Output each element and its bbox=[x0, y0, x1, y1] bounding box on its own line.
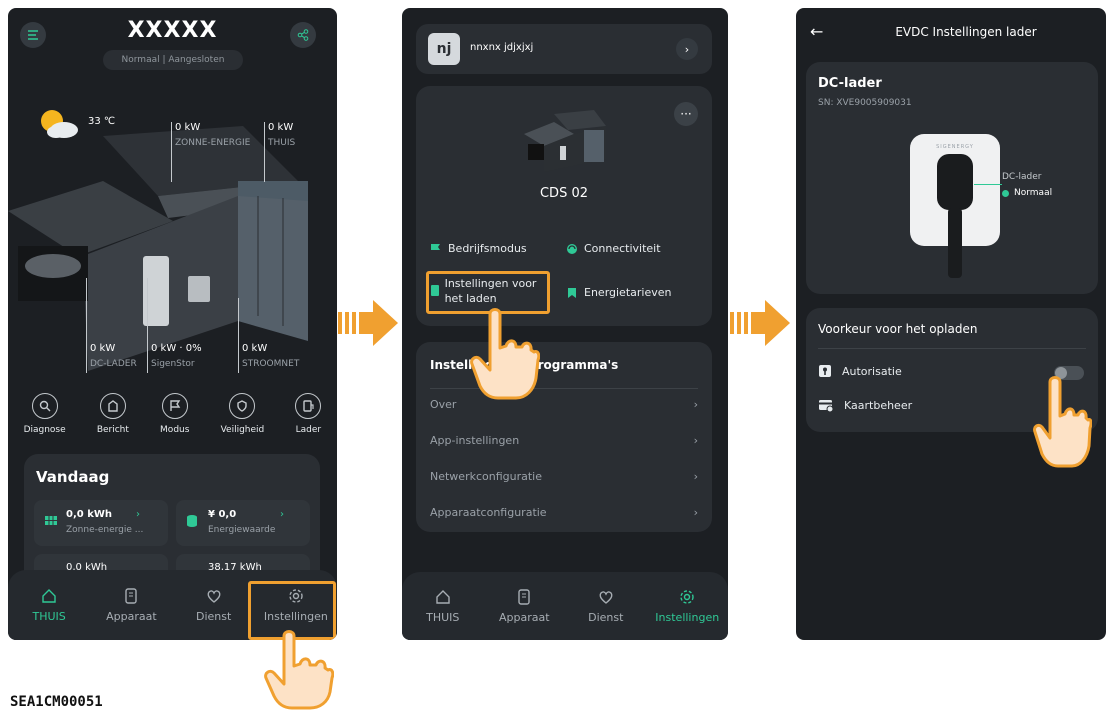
solar-label: ZONNE-ENERGIE bbox=[175, 138, 251, 148]
arrow-left-icon: ← bbox=[810, 22, 824, 41]
coins-icon bbox=[187, 515, 197, 527]
nav-service[interactable]: Dienst bbox=[173, 570, 255, 640]
back-button[interactable]: ← bbox=[810, 22, 823, 41]
connectivity-icon bbox=[567, 243, 577, 254]
row-card-management[interactable]: Kaartbeheer bbox=[818, 398, 912, 412]
diagnose-icon bbox=[39, 400, 51, 412]
bookmark-icon bbox=[568, 287, 576, 298]
grid-value: 0 kW bbox=[242, 343, 268, 354]
gear-icon bbox=[680, 589, 694, 604]
device-house-illustration bbox=[524, 110, 606, 172]
message-button[interactable]: Bericht bbox=[97, 393, 129, 435]
chevron-right-icon: › bbox=[693, 506, 698, 519]
tile-energy-value[interactable]: ¥ 0,0 › Energiewaarde bbox=[176, 500, 310, 546]
house-illustration bbox=[8, 126, 308, 371]
page-title: EVDC Instellingen lader bbox=[895, 25, 1037, 39]
tap-hand-icon bbox=[470, 308, 540, 400]
today-title: Vandaag bbox=[36, 468, 110, 486]
device-name: CDS 02 bbox=[539, 186, 588, 201]
flag-icon bbox=[431, 243, 440, 254]
share-icon bbox=[297, 29, 309, 41]
charger-card: DC-lader SN: XVE9005909031 SIGENERGY DC-… bbox=[806, 62, 1098, 294]
nav-settings[interactable]: Instellingen bbox=[647, 572, 729, 640]
charger-icon bbox=[303, 400, 314, 412]
service-icon bbox=[207, 589, 221, 603]
card-management-icon bbox=[819, 400, 834, 412]
charger-serial: SN: XVE9005909031 bbox=[818, 98, 912, 108]
list-item-network-config[interactable]: Netwerkconfiguratie › bbox=[430, 470, 698, 483]
quick-actions: Diagnose Bericht Modus Veiligheid Lader bbox=[8, 393, 337, 435]
nav-device[interactable]: Apparaat bbox=[90, 570, 172, 640]
home-screen: XXXXX Normaal | Aangesloten 33 ℃ 0 kW ZO… bbox=[8, 8, 337, 640]
charger-title: DC-lader bbox=[818, 76, 882, 91]
row-authorization: Autorisatie bbox=[818, 364, 902, 378]
list-item-device-config[interactable]: Apparaatconfiguratie › bbox=[430, 506, 698, 519]
site-title: XXXXX bbox=[127, 18, 218, 43]
function-connectivity[interactable]: Connectiviteit bbox=[566, 242, 661, 255]
message-icon bbox=[108, 400, 118, 412]
dc-charger-value: 0 kW bbox=[90, 343, 116, 354]
key-icon bbox=[819, 365, 831, 377]
charger-settings-screen: ← EVDC Instellingen lader DC-lader SN: X… bbox=[796, 8, 1106, 640]
function-energy-tariffs[interactable]: Energietarieven bbox=[566, 286, 671, 299]
chevron-right-icon: › bbox=[693, 398, 698, 411]
home-label: THUIS bbox=[268, 138, 296, 148]
home-icon bbox=[436, 589, 450, 604]
function-operating-mode[interactable]: Bedrijfsmodus bbox=[430, 242, 527, 255]
service-icon bbox=[599, 590, 613, 604]
solar-panel-icon bbox=[45, 516, 57, 525]
status-pill: Normaal | Aangesloten bbox=[103, 50, 243, 70]
tap-hand-icon bbox=[264, 630, 334, 710]
solar-value: 0 kW bbox=[175, 122, 201, 133]
tile-solar[interactable]: 0,0 kWh › Zonne-energie ... bbox=[34, 500, 168, 546]
chevron-right-icon: › bbox=[693, 470, 698, 483]
more-icon: ··· bbox=[680, 107, 692, 121]
nav-home[interactable]: THUIS bbox=[402, 572, 484, 640]
share-button[interactable] bbox=[290, 22, 316, 48]
preference-title: Voorkeur voor het opladen bbox=[818, 322, 978, 336]
charger-button[interactable]: Lader bbox=[295, 393, 322, 435]
home-icon bbox=[42, 588, 56, 603]
nav-service[interactable]: Dienst bbox=[565, 572, 647, 640]
device-icon bbox=[125, 587, 138, 604]
diagnose-button[interactable]: Diagnose bbox=[24, 393, 66, 435]
device-screen: nj nnxnx jdjxjxj › ··· CDS 02 Bedrijfsmo… bbox=[402, 8, 728, 640]
nav-home[interactable]: THUIS bbox=[8, 570, 90, 640]
program-card: Instellingen & programma's Over› App-ins… bbox=[416, 342, 712, 532]
shield-icon bbox=[237, 400, 248, 412]
grid-label: STROOMNET bbox=[242, 359, 300, 369]
dc-charger-label: DC-LADER bbox=[90, 359, 137, 369]
more-button[interactable]: ··· bbox=[674, 102, 698, 126]
figure-code: SEA1CM00051 bbox=[10, 694, 103, 710]
home-value: 0 kW bbox=[268, 122, 294, 133]
charger-brand: SIGENERGY bbox=[936, 144, 974, 150]
list-item-app-settings[interactable]: App-instellingen › bbox=[430, 434, 698, 447]
nav-device[interactable]: Apparaat bbox=[484, 572, 566, 640]
bottom-nav: THUIS Apparaat Dienst Instellingen bbox=[402, 572, 728, 640]
status-dot-icon bbox=[1002, 189, 1009, 197]
tap-hand-icon bbox=[1033, 376, 1092, 468]
chevron-right-icon: › bbox=[684, 42, 690, 56]
chevron-right-icon: › bbox=[693, 434, 698, 447]
device-icon bbox=[518, 588, 530, 605]
user-name: nnxnx jdjxjxj bbox=[470, 42, 534, 53]
user-card[interactable]: nj nnxnx jdjxjxj › bbox=[416, 24, 712, 74]
user-chevron-button[interactable]: › bbox=[676, 38, 698, 60]
next-step-arrow-icon bbox=[730, 300, 790, 346]
device-status: Normaal bbox=[1002, 188, 1052, 198]
sigenstor-label: SigenStor bbox=[151, 359, 195, 369]
safety-button[interactable]: Veiligheid bbox=[221, 393, 264, 435]
next-step-arrow-icon bbox=[338, 300, 398, 346]
avatar: nj bbox=[428, 33, 460, 65]
charger-image: SIGENERGY bbox=[910, 134, 1000, 278]
sigenstor-value: 0 kW · 0% bbox=[151, 343, 202, 354]
mode-icon bbox=[170, 400, 181, 411]
device-label: DC-lader bbox=[1002, 172, 1042, 182]
mode-button[interactable]: Modus bbox=[160, 393, 189, 435]
